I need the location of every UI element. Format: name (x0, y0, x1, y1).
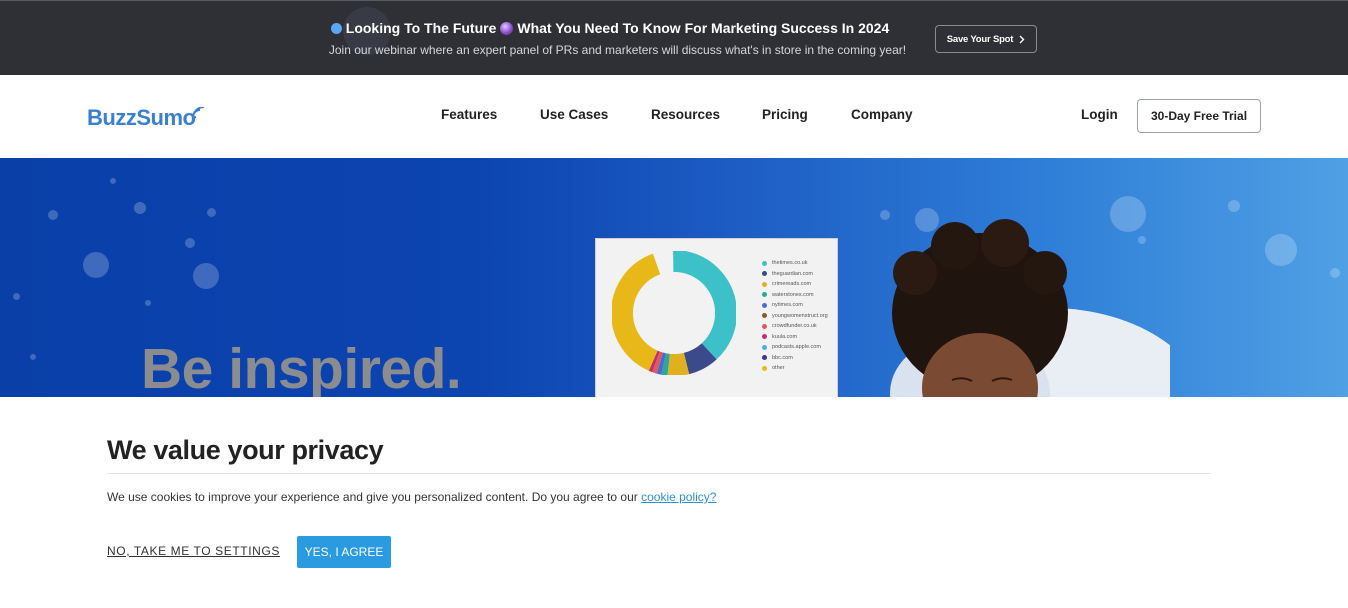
announcement-headline[interactable]: Looking To The Future What You Need To Kn… (0, 20, 1220, 36)
blue-dot-icon (330, 23, 342, 34)
legend-item: bbc.com (762, 353, 828, 364)
decor-bubble (48, 210, 58, 220)
nav-pricing[interactable]: Pricing (762, 107, 808, 122)
decor-bubble (207, 208, 216, 217)
legend-item: other (762, 363, 828, 374)
cookie-policy-link[interactable]: cookie policy? (641, 490, 716, 504)
decor-bubble (1228, 200, 1240, 212)
buzzsumo-logo[interactable]: BuzzSumo (87, 99, 207, 129)
announcement-subtext: Join our webinar where an expert panel o… (328, 43, 907, 57)
donut-chart (612, 251, 736, 375)
nav-features[interactable]: Features (441, 107, 497, 122)
site-header: BuzzSumo Features Use Cases Resources Pr… (0, 75, 1348, 158)
signal-waves-icon (192, 107, 205, 121)
legend-item: crimereads.com (762, 279, 828, 290)
chevron-right-icon (1019, 35, 1025, 43)
cookie-divider (107, 473, 1211, 474)
save-your-spot-button[interactable]: Save Your Spot (935, 25, 1037, 53)
legend-item: waterstones.com (762, 290, 828, 301)
announcement-headline-part2: What You Need To Know For Marketing Succ… (517, 20, 890, 36)
legend-item: theguardian.com (762, 269, 828, 280)
announcement-headline-part1: Looking To The Future (345, 20, 497, 36)
decor-bubble (185, 238, 195, 248)
chart-legend: thetimes.co.uk theguardian.com crimeread… (762, 258, 828, 374)
decor-bubble (1265, 234, 1297, 266)
decor-bubble (83, 252, 109, 278)
cookie-consent-panel: We value your privacy We use cookies to … (0, 397, 1348, 608)
person-illustration (890, 219, 1170, 397)
decor-bubble (13, 293, 20, 300)
decor-bubble (110, 178, 116, 184)
decor-bubble (1330, 268, 1340, 278)
cookie-settings-link[interactable]: NO, TAKE ME TO SETTINGS (107, 544, 280, 558)
login-link[interactable]: Login (1081, 107, 1118, 122)
decor-bubble (193, 263, 219, 289)
legend-item: youngwomenstruct.org (762, 311, 828, 322)
decor-bubble (134, 202, 146, 214)
nav-use-cases[interactable]: Use Cases (540, 107, 608, 122)
hero-title: Be inspired. (141, 337, 462, 397)
cookie-title: We value your privacy (107, 435, 384, 465)
nav-company[interactable]: Company (851, 107, 913, 122)
legend-item: thetimes.co.uk (762, 258, 828, 269)
legend-item: kuula.com (762, 332, 828, 343)
hero-banner: thetimes.co.uk theguardian.com crimeread… (0, 158, 1348, 397)
legend-item: crowdfunder.co.uk (762, 321, 828, 332)
donut-chart-card: thetimes.co.uk theguardian.com crimeread… (595, 238, 838, 397)
legend-item: nytimes.com (762, 300, 828, 311)
decor-bubble (145, 300, 151, 306)
free-trial-button[interactable]: 30-Day Free Trial (1137, 99, 1261, 133)
cookie-agree-button[interactable]: YES, I AGREE (297, 536, 391, 568)
save-your-spot-label: Save Your Spot (946, 33, 1014, 45)
legend-item: podcasts.apple.com (762, 342, 828, 353)
decor-bubble (30, 354, 36, 360)
logo-text: BuzzSumo (87, 105, 196, 130)
announcement-bar: Looking To The Future What You Need To Kn… (0, 0, 1348, 75)
nav-resources[interactable]: Resources (651, 107, 720, 122)
crystal-ball-icon (500, 22, 514, 35)
cookie-message-text: We use cookies to improve your experienc… (107, 490, 642, 504)
cookie-message: We use cookies to improve your experienc… (107, 490, 716, 504)
